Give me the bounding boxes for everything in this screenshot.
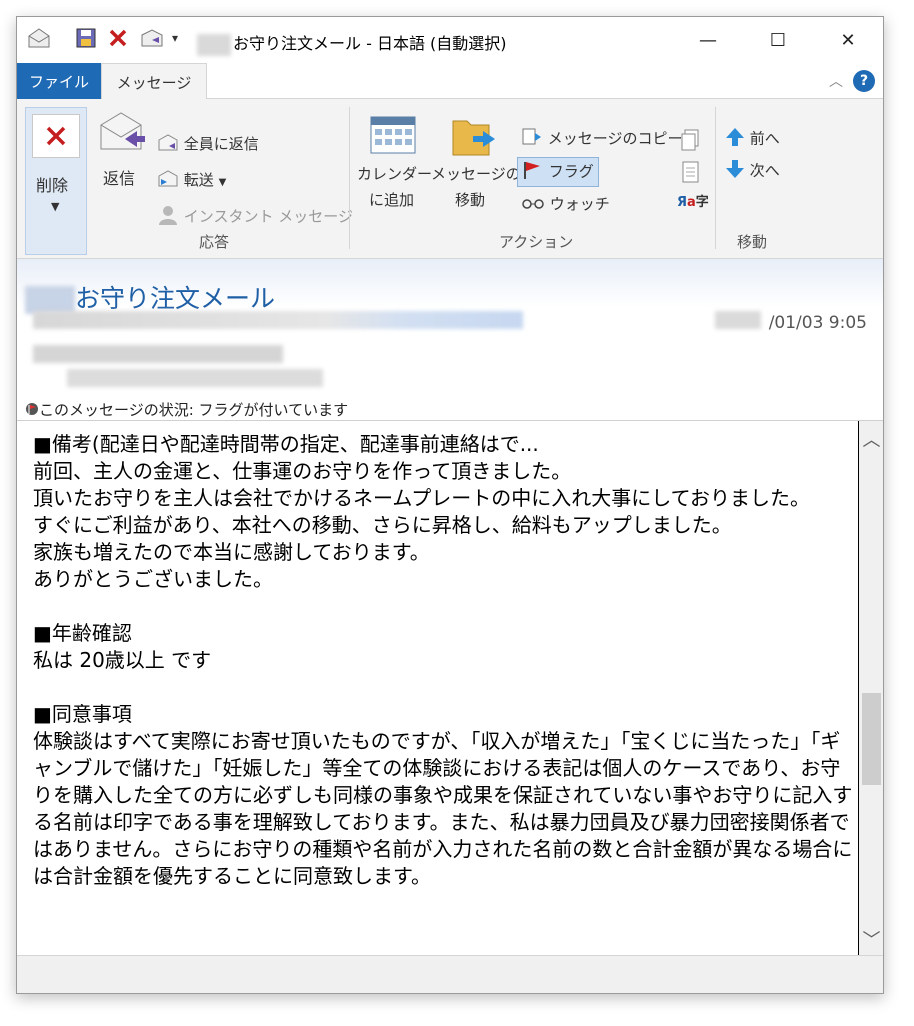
move-message-button[interactable]: メッセージの 移動 — [431, 111, 521, 227]
ribbon-tabs: ファイル メッセージ ︿ ? — [17, 63, 883, 100]
message-status-text: このメッセージの状況: フラグが付いています — [39, 401, 349, 419]
reply-icon — [97, 109, 145, 157]
reply-button[interactable]: 返信 — [97, 109, 145, 189]
redacted-date-prefix — [715, 311, 761, 329]
glasses-icon — [521, 196, 545, 214]
reply-all-icon — [157, 133, 179, 156]
reply-label: 返信 — [103, 169, 136, 188]
add-to-calendar-button[interactable]: カレンダー に追加 — [355, 115, 433, 225]
redacted-recipients-2 — [67, 369, 323, 387]
add-to-calendar-label-2: に追加 — [369, 191, 415, 209]
delete-icon — [32, 114, 80, 158]
message-body-text: ■備考(配達日や配達時間帯の指定、配達事前連絡はで... 前回、主人の金運と、仕… — [33, 432, 853, 888]
collapse-ribbon-icon[interactable]: ︿ — [829, 71, 843, 91]
instant-message-label: インスタント メッセージ — [183, 207, 353, 226]
message-header: お守り注文メール /01/03 9:05 このメッセージの状況: フラグが付いて… — [17, 259, 883, 421]
reply-all-button[interactable]: 全員に返信 — [157, 133, 259, 156]
reply-quick-icon[interactable] — [139, 27, 165, 53]
copy-message-label: メッセージのコピー — [547, 129, 683, 148]
translate-icon[interactable]: Яa字 — [677, 191, 709, 210]
group-label-respond: 応答 — [199, 233, 230, 251]
copy-message-button[interactable]: メッセージのコピー — [521, 127, 682, 151]
status-flag-icon — [25, 402, 39, 420]
calendar-icon — [369, 115, 417, 159]
previous-label: 前へ — [749, 129, 780, 148]
vertical-scrollbar[interactable]: ︿ ﹀ — [858, 421, 883, 955]
maximize-button[interactable]: ☐ — [743, 17, 813, 63]
mail-window: ▾ お守り注文メール - 日本語 (自動選択) — ☐ ✕ ファイル メッセージ… — [16, 16, 884, 994]
scroll-thumb[interactable] — [862, 693, 881, 785]
move-message-label-2: 移動 — [455, 191, 486, 209]
status-bar — [17, 955, 883, 993]
next-button[interactable]: 次へ — [725, 159, 780, 183]
help-icon[interactable]: ? — [853, 70, 875, 92]
maximize-glyph: ☐ — [769, 29, 787, 51]
ribbon-separator — [715, 107, 716, 249]
flag-button[interactable]: フラグ — [517, 157, 599, 187]
mail-app-icon — [27, 27, 51, 53]
close-button[interactable]: ✕ — [813, 17, 883, 63]
message-date: /01/03 9:05 — [768, 313, 867, 333]
message-subject: お守り注文メール — [25, 279, 275, 315]
arrow-down-icon — [725, 159, 745, 183]
delete-quick-icon[interactable] — [107, 27, 129, 53]
save-icon[interactable] — [75, 27, 97, 53]
next-label: 次へ — [749, 161, 780, 180]
copy-message-icon — [521, 127, 543, 151]
folder-move-icon — [449, 111, 497, 163]
watch-label: ウォッチ — [549, 195, 610, 213]
group-label-move: 移動 — [737, 233, 768, 251]
delete-label: 削除 — [36, 176, 69, 195]
scroll-up-icon[interactable]: ︿ — [859, 425, 883, 453]
forward-label: 転送 — [183, 171, 214, 189]
add-to-calendar-label-1: カレンダー — [357, 165, 433, 183]
title-bar: ▾ お守り注文メール - 日本語 (自動選択) — ☐ ✕ — [17, 17, 883, 63]
ribbon-separator — [349, 107, 350, 249]
previous-button[interactable]: 前へ — [725, 127, 780, 151]
forward-button[interactable]: 転送 ▼ — [157, 169, 226, 192]
copy-document-icon[interactable] — [681, 129, 701, 155]
ribbon: 削除 ▼ 返信 全員に返信 転送 ▼ インスタント メッセージ 応答 カレンダー… — [17, 99, 883, 259]
quick-access-dropdown-icon[interactable]: ▾ — [172, 31, 178, 45]
tab-message[interactable]: メッセージ — [101, 63, 207, 100]
redacted-sender — [33, 311, 523, 329]
forward-icon — [157, 169, 179, 192]
minimize-button[interactable]: — — [673, 17, 743, 63]
message-status: このメッセージの状況: フラグが付いています — [25, 399, 348, 420]
reply-all-label: 全員に返信 — [183, 135, 259, 153]
window-title-text: お守り注文メール - 日本語 (自動選択) — [233, 34, 507, 53]
person-icon — [157, 205, 179, 229]
redacted-subject-prefix — [25, 286, 75, 314]
watch-button[interactable]: ウォッチ — [521, 193, 610, 214]
document-icon[interactable] — [681, 161, 701, 187]
group-label-actions: アクション — [499, 233, 574, 251]
delete-button[interactable]: 削除 ▼ — [25, 107, 87, 255]
window-title: お守り注文メール - 日本語 (自動選択) — [197, 30, 507, 56]
flag-icon — [522, 160, 544, 184]
redacted-recipients-1 — [33, 345, 283, 363]
redacted-title-prefix — [197, 33, 231, 56]
arrow-up-icon — [725, 127, 745, 151]
message-body: ■備考(配達日や配達時間帯の指定、配達事前連絡はで... 前回、主人の金運と、仕… — [17, 421, 883, 955]
close-glyph: ✕ — [840, 29, 856, 51]
delete-dropdown-icon: ▼ — [51, 200, 60, 213]
instant-message-button[interactable]: インスタント メッセージ — [157, 205, 353, 229]
scroll-down-icon[interactable]: ﹀ — [859, 925, 883, 953]
forward-dropdown-icon: ▼ — [218, 177, 227, 188]
move-message-label-1: メッセージの — [431, 165, 521, 183]
message-subject-text: お守り注文メール — [75, 284, 276, 313]
tab-file[interactable]: ファイル — [17, 63, 101, 99]
flag-label: フラグ — [548, 162, 594, 181]
minimize-glyph: — — [699, 29, 717, 51]
